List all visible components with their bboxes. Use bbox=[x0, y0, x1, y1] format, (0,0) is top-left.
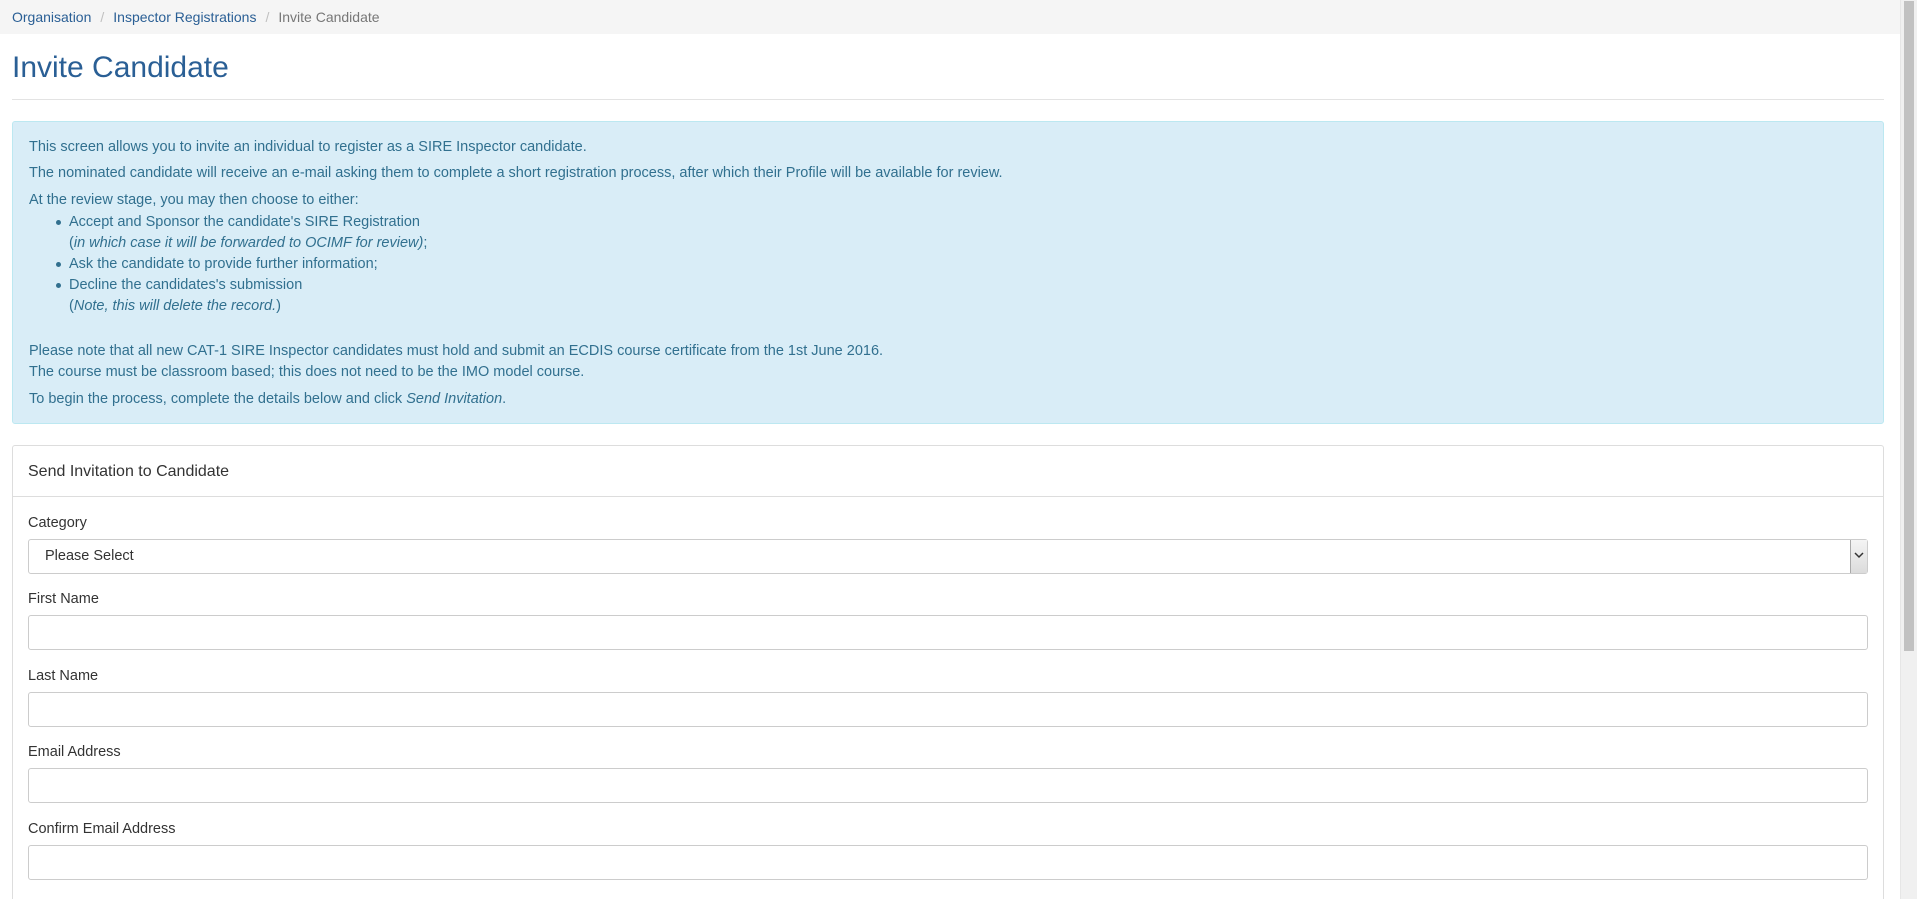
category-select[interactable]: Please Select bbox=[28, 539, 1868, 574]
option-decline-note: (Note, this will delete the record.) bbox=[69, 296, 427, 317]
category-selected-value: Please Select bbox=[45, 548, 134, 564]
chevron-down-icon[interactable] bbox=[1850, 540, 1867, 573]
info-begin-action: Send Invitation bbox=[406, 391, 503, 407]
info-line-intro: This screen allows you to invite an indi… bbox=[29, 139, 587, 155]
info-line-course: The course must be classroom based; this… bbox=[29, 364, 585, 380]
confirm-email-label: Confirm Email Address bbox=[28, 821, 176, 837]
panel-heading: Send Invitation to Candidate bbox=[13, 446, 1883, 497]
info-begin-suffix: . bbox=[502, 391, 507, 407]
invitation-form-panel: Send Invitation to Candidate Category Pl… bbox=[12, 445, 1884, 899]
option-decline-text: Decline the candidates's submission bbox=[69, 277, 303, 293]
email-field[interactable] bbox=[28, 768, 1868, 803]
last-name-field[interactable] bbox=[28, 692, 1868, 727]
option-accept-note: (in which case it will be forwarded to O… bbox=[69, 233, 427, 254]
info-line-begin: To begin the process, complete the detai… bbox=[29, 391, 506, 407]
breadcrumb-current: Invite Candidate bbox=[278, 9, 380, 25]
info-line-ecdis: Please note that all new CAT-1 SIRE Insp… bbox=[29, 343, 884, 359]
note-italic: in which case it will be forwarded to OC… bbox=[73, 235, 424, 251]
list-item: Accept and Sponsor the candidate's SIRE … bbox=[55, 212, 427, 254]
note-italic: Note, this will delete the record. bbox=[73, 298, 277, 314]
info-begin-text: To begin the process, complete the detai… bbox=[29, 391, 407, 407]
info-line-process: The nominated candidate will receive an … bbox=[29, 165, 1003, 181]
vertical-scrollbar[interactable] bbox=[1900, 0, 1917, 899]
breadcrumb: Organisation / Inspector Registrations / Inv… bbox=[0, 0, 1900, 34]
page: Organisation / Inspector Registrations / Inv… bbox=[0, 0, 1917, 899]
option-ask-text: Ask the candidate to provide further inf… bbox=[69, 256, 378, 272]
breadcrumb-separator: / bbox=[265, 9, 270, 25]
confirm-email-field[interactable] bbox=[28, 845, 1868, 880]
first-name-label: First Name bbox=[28, 591, 99, 607]
note-punct: ; bbox=[423, 235, 428, 251]
scrollbar-thumb[interactable] bbox=[1904, 1, 1914, 651]
review-options-list: Accept and Sponsor the candidate's SIRE … bbox=[29, 212, 427, 317]
note-paren: ) bbox=[276, 298, 281, 314]
last-name-label: Last Name bbox=[28, 668, 99, 684]
breadcrumb-link-organisation[interactable]: Organisation bbox=[12, 9, 91, 25]
breadcrumb-link-inspector-registrations[interactable]: Inspector Registrations bbox=[113, 9, 256, 25]
list-item: Ask the candidate to provide further inf… bbox=[55, 254, 427, 275]
info-line-review: At the review stage, you may then choose… bbox=[29, 192, 359, 208]
first-name-field[interactable] bbox=[28, 615, 1868, 650]
option-accept-text: Accept and Sponsor the candidate's SIRE … bbox=[69, 214, 420, 230]
title-divider bbox=[12, 99, 1884, 100]
list-item: Decline the candidates's submission (Not… bbox=[55, 275, 427, 317]
breadcrumb-separator: / bbox=[100, 9, 105, 25]
page-title: Invite Candidate bbox=[12, 51, 229, 84]
category-label: Category bbox=[28, 515, 87, 531]
email-label: Email Address bbox=[28, 744, 121, 760]
info-alert: This screen allows you to invite an indi… bbox=[12, 121, 1884, 424]
